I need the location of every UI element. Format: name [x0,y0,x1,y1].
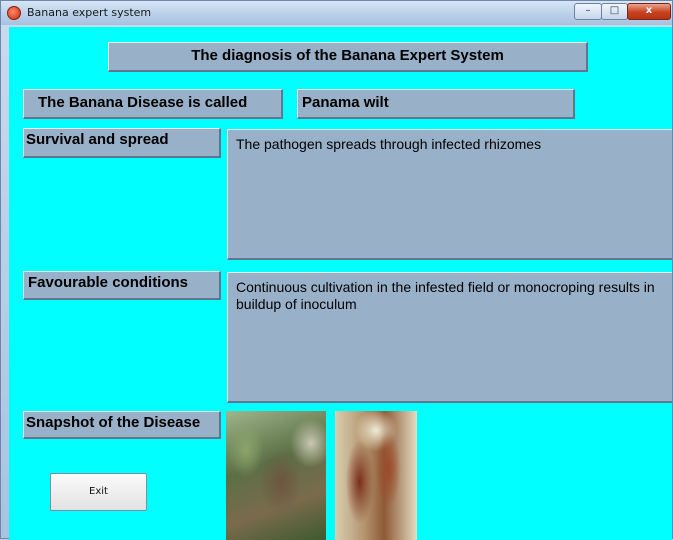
banana-plant-photo [226,411,326,540]
favourable-conditions-text[interactable]: Continuous cultivation in the infested f… [227,272,672,403]
exit-button[interactable]: Exit [50,473,147,511]
pseudostem-split-photo [335,411,417,540]
diagnosis-header: The diagnosis of the Banana Expert Syste… [108,42,588,72]
minimize-button[interactable]: – [574,3,602,20]
form-client-area: The diagnosis of the Banana Expert Syste… [9,27,672,540]
disease-name-value: Panama wilt [297,89,575,119]
survival-spread-text[interactable]: The pathogen spreads through infected rh… [227,129,672,260]
title-bar[interactable]: Banana expert system – □ x [1,1,672,25]
survival-spread-label: Survival and spread [23,128,221,158]
favourable-conditions-label: Favourable conditions [23,271,221,300]
disease-name-label: The Banana Disease is called [23,89,283,119]
maximize-button[interactable]: □ [601,3,628,20]
banana-app-icon[interactable] [7,6,21,20]
snapshot-label: Snapshot of the Disease [23,411,221,439]
close-button[interactable]: x [627,3,671,20]
app-window: Banana expert system – □ x The diagnosis… [0,0,673,540]
window-title: Banana expert system [27,6,152,19]
